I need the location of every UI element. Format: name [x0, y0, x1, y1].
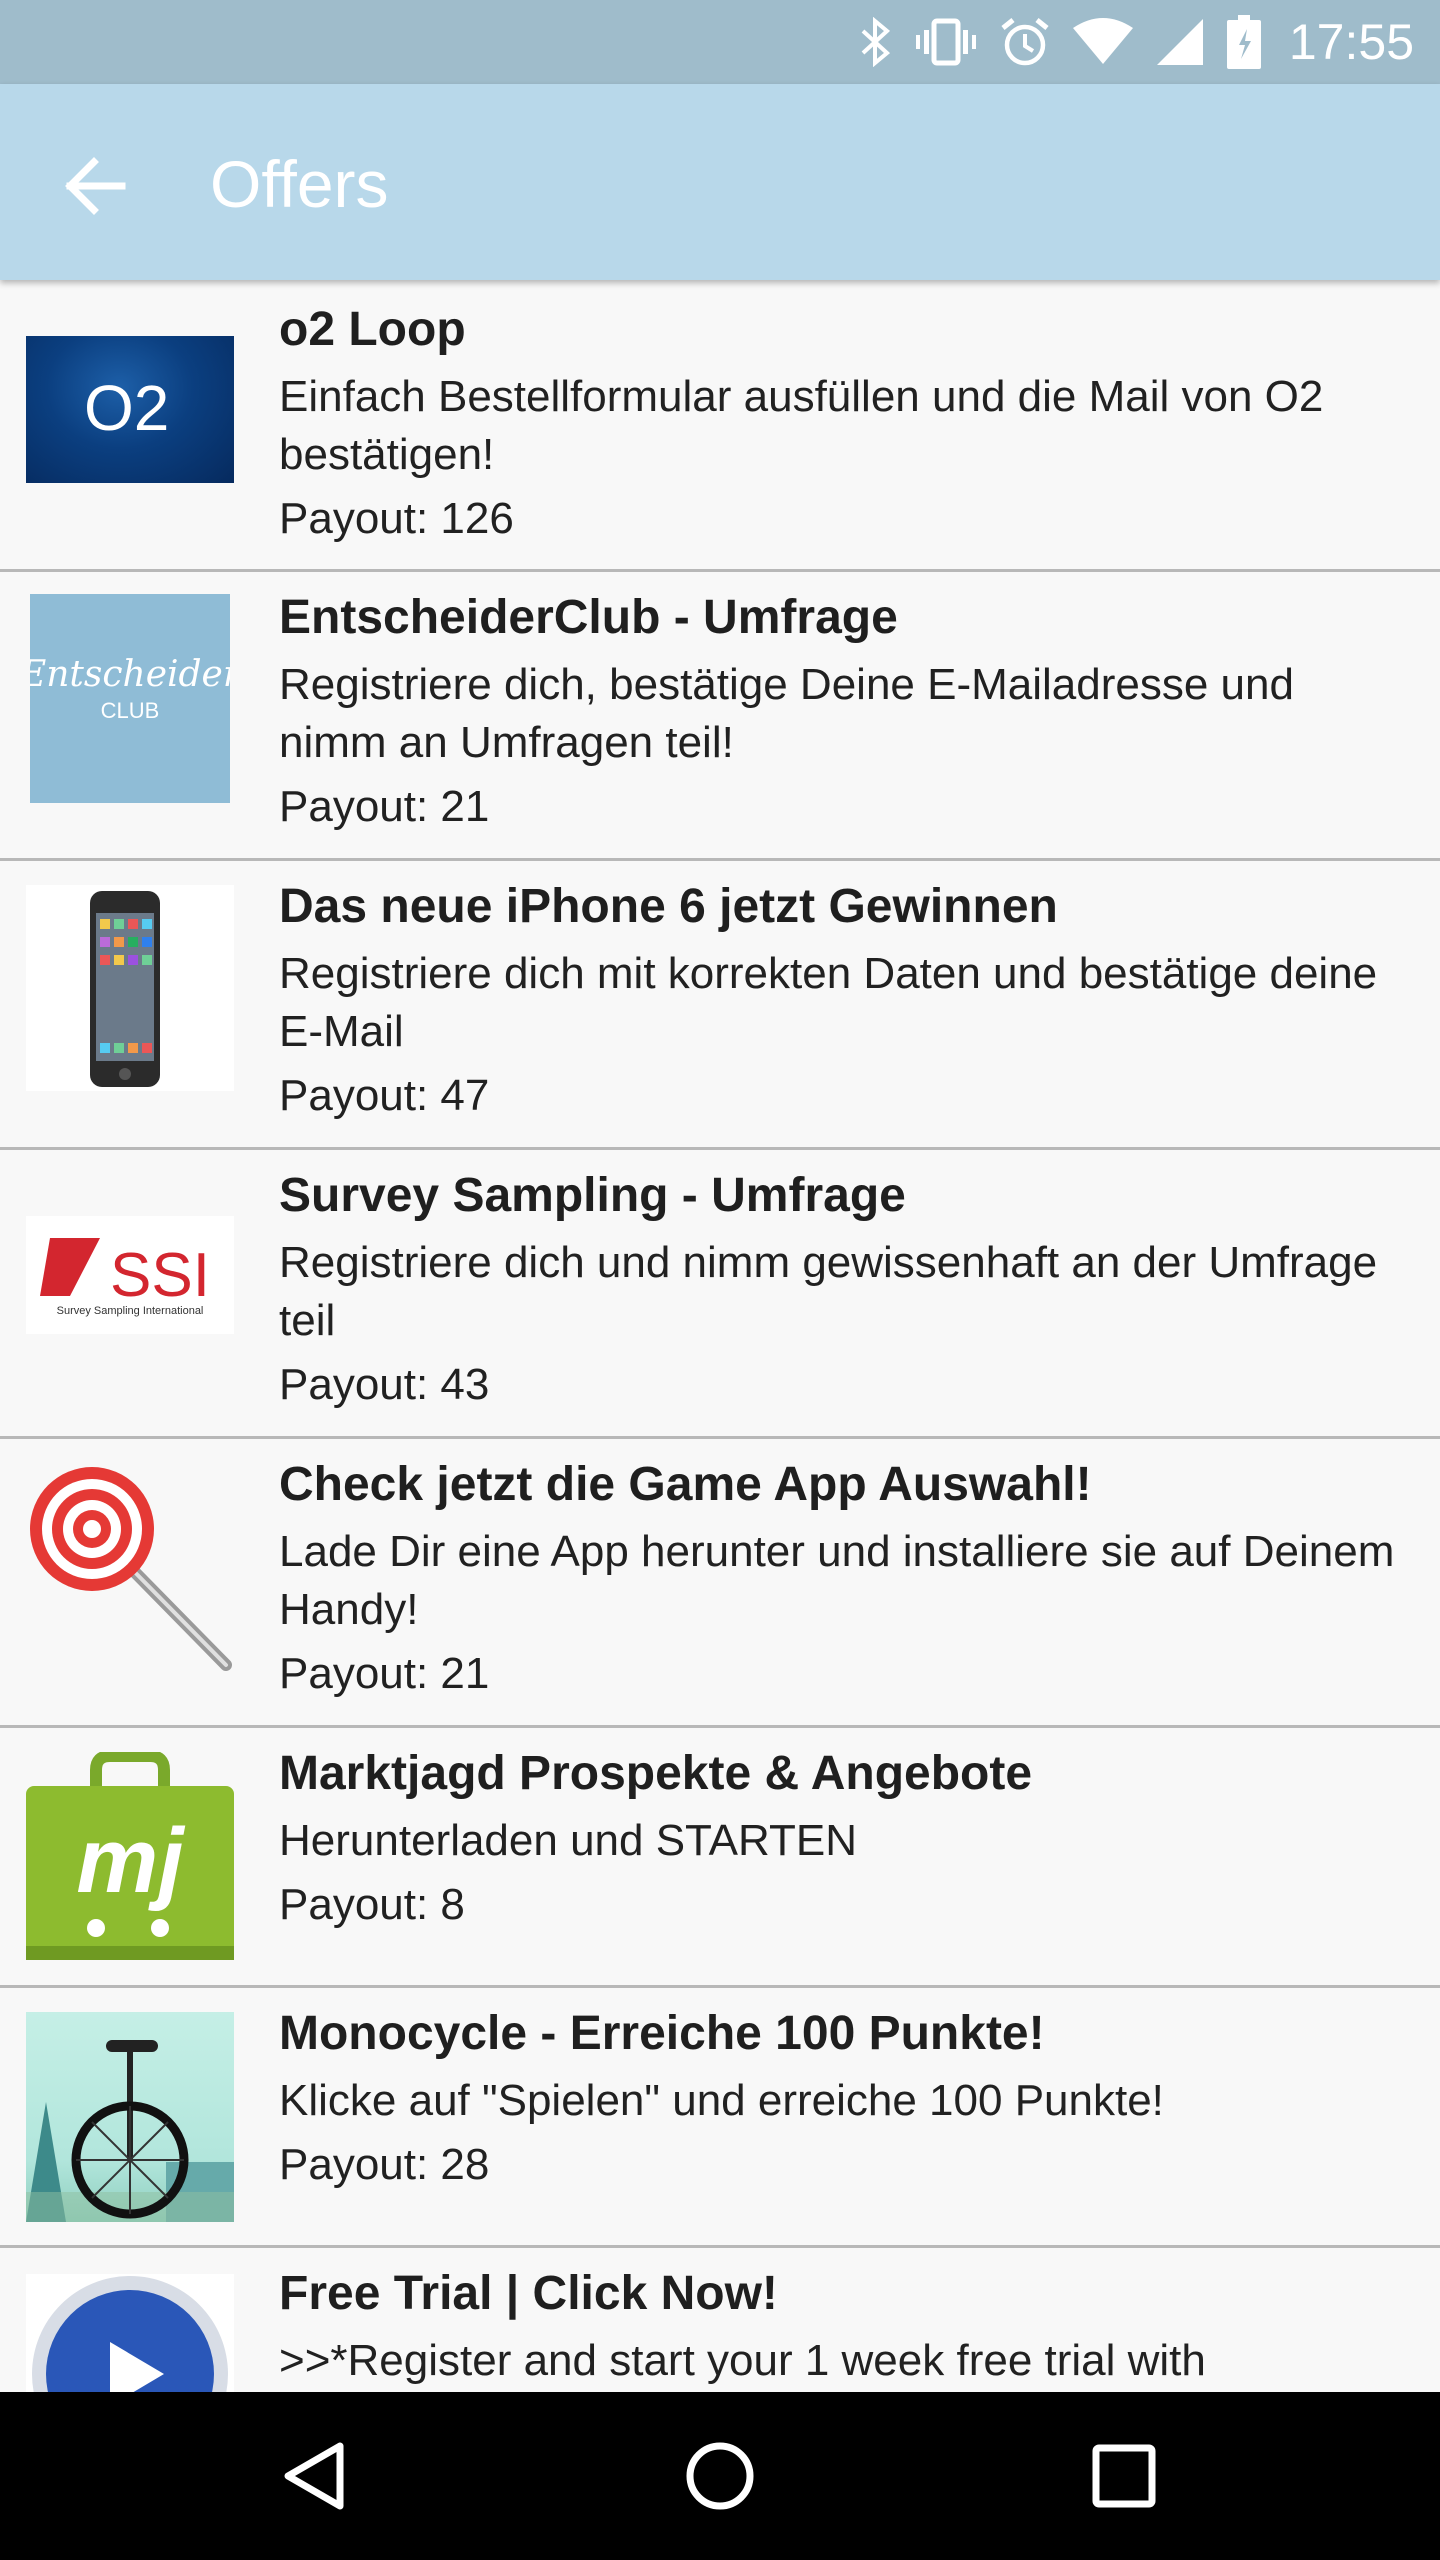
offer-payout: Payout: 126 — [279, 494, 514, 543]
alarm-icon — [1001, 18, 1049, 66]
offer-title: EntscheiderClub - Umfrage — [279, 591, 898, 644]
nav-recents-icon — [1092, 2444, 1156, 2508]
ssi-logo-subtext: Survey Sampling International — [57, 1305, 204, 1317]
monocycle-image — [26, 2040, 234, 2222]
offer-logo-marktjagd: mj — [26, 1752, 234, 1960]
offer-title: Das neue iPhone 6 jetzt Gewinnen — [279, 880, 1058, 933]
entscheider-logo-text: Entscheider — [30, 654, 230, 695]
offer-payout: Payout: 8 — [279, 1880, 465, 1929]
navigation-bar — [0, 2392, 1440, 2560]
offer-description: Registriere dich, bestätige Deine E-Mail… — [279, 660, 1294, 767]
offer-logo-lollipop — [26, 1463, 234, 1673]
offer-title: o2 Loop — [279, 303, 466, 356]
play-button-image — [32, 2276, 228, 2392]
offer-title: Check jetzt die Game App Auswahl! — [279, 1458, 1092, 1511]
offer-logo-iphone — [26, 885, 234, 1091]
offer-row-game-apps[interactable]: Check jetzt die Game App Auswahl! Lade D… — [0, 1439, 1440, 1725]
offer-description: Klicke auf "Spielen" und erreiche 100 Pu… — [279, 2076, 1164, 2125]
nav-home-button[interactable] — [670, 2426, 770, 2526]
offer-title: Survey Sampling - Umfrage — [279, 1169, 906, 1222]
offer-description: Einfach Bestellformular ausfüllen und di… — [279, 372, 1324, 479]
offer-row-o2[interactable]: O2 o2 Loop Einfach Bestellformular ausfü… — [0, 282, 1440, 568]
status-clock: 17:55 — [1288, 14, 1414, 70]
battery-icon — [1226, 15, 1261, 69]
iphone-image — [90, 891, 160, 1087]
offer-title: Monocycle - Erreiche 100 Punkte! — [279, 2007, 1045, 2060]
offer-logo-monocycle — [26, 2012, 234, 2222]
offer-title: Marktjagd Prospekte & Angebote — [279, 1747, 1033, 1800]
lollipop-image — [30, 1467, 232, 1671]
ssi-logo-text: SSI — [110, 1241, 210, 1310]
back-button[interactable] — [56, 144, 140, 228]
offer-logo-play — [26, 2274, 234, 2392]
offer-row-ssi[interactable]: SSI Survey Sampling International Survey… — [0, 1150, 1440, 1436]
nav-recents-button[interactable] — [1074, 2426, 1174, 2526]
offer-payout: Payout: 28 — [279, 2140, 490, 2189]
offer-row-monocycle[interactable]: Monocycle - Erreiche 100 Punkte! Klicke … — [0, 1988, 1440, 2245]
offer-logo-entscheider: Entscheider CLUB — [30, 594, 230, 803]
offer-logo-ssi: SSI Survey Sampling International — [26, 1216, 234, 1334]
offer-description: Lade Dir eine App herunter und installie… — [279, 1527, 1395, 1634]
arrow-back-icon — [65, 157, 126, 215]
offer-description: Herunterladen und STARTEN — [279, 1816, 857, 1865]
offer-payout: Payout: 47 — [279, 1071, 490, 1120]
status-bar: 17:55 — [0, 0, 1440, 84]
o2-logo-text: O2 — [84, 372, 169, 444]
offer-description: Registriere dich und nimm gewissenhaft a… — [279, 1238, 1378, 1345]
offer-row-entscheider[interactable]: Entscheider CLUB EntscheiderClub - Umfra… — [0, 572, 1440, 858]
offer-payout: Payout: 43 — [279, 1360, 490, 1409]
offer-row-free-trial[interactable]: Free Trial | Click Now! >>*Register and … — [0, 2248, 1440, 2392]
status-icons: 17:55 — [859, 0, 1414, 84]
offer-row-marktjagd[interactable]: mj Marktjagd Prospekte & Angebote Herunt… — [0, 1728, 1440, 1985]
bluetooth-icon — [861, 17, 890, 67]
offer-title: Free Trial | Click Now! — [279, 2267, 778, 2320]
nav-back-icon — [284, 2442, 344, 2510]
offer-logo-o2: O2 — [26, 336, 234, 483]
app-bar: Offers — [0, 84, 1440, 280]
offer-description: >>*Register and start your 1 week free t… — [279, 2336, 1206, 2385]
signal-icon — [1156, 19, 1203, 65]
offer-description: Registriere dich mit korrekten Daten und… — [279, 949, 1378, 1056]
nav-back-button[interactable] — [266, 2426, 366, 2526]
nav-home-icon — [686, 2442, 754, 2510]
offer-row-iphone[interactable]: Das neue iPhone 6 jetzt Gewinnen Registr… — [0, 861, 1440, 1147]
page-title: Offers — [210, 147, 389, 221]
wifi-icon — [1072, 18, 1133, 64]
offer-payout: Payout: 21 — [279, 1649, 490, 1698]
marktjagd-logo-text: mj — [76, 1810, 186, 1912]
entscheider-logo-subtext: CLUB — [101, 698, 160, 723]
offer-payout: Payout: 21 — [279, 782, 490, 831]
vibrate-icon — [915, 18, 976, 66]
